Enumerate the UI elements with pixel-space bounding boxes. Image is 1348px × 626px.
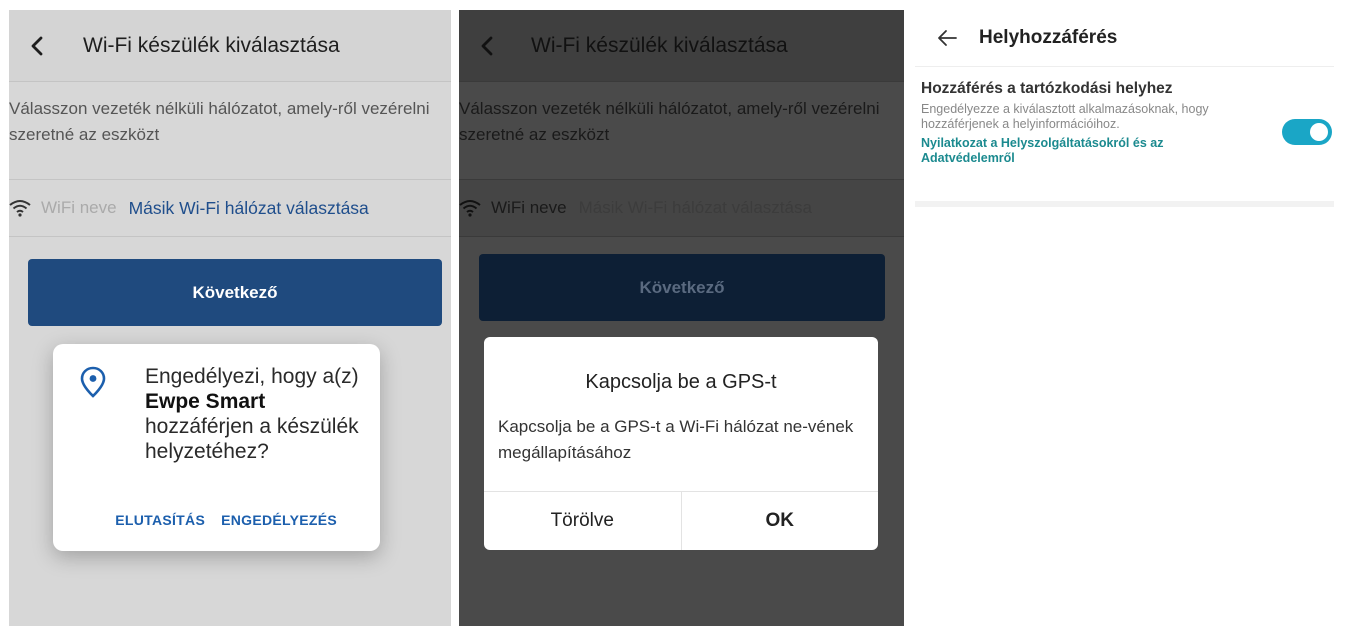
cancel-button[interactable]: Törölve xyxy=(484,492,681,550)
wifi-name-input[interactable]: WiFi neve xyxy=(41,198,117,218)
next-button[interactable]: Következő xyxy=(479,254,885,321)
wifi-row: WiFi neve Másik Wi-Fi hálózat választása xyxy=(459,180,904,236)
app-header: Wi-Fi készülék kiválasztása xyxy=(459,10,904,81)
setting-title: Hozzáférés a tartózkodási helyhez xyxy=(921,80,1173,97)
permission-text-prefix: Engedélyezi, hogy a(z) xyxy=(145,365,359,388)
page-title: Wi-Fi készülék kiválasztása xyxy=(83,33,340,57)
ok-button[interactable]: OK xyxy=(680,492,879,550)
allow-button[interactable]: ENGEDÉLYEZÉS xyxy=(221,512,337,528)
privacy-link[interactable]: Nyilatkozat a Helyszolgáltatásokról és a… xyxy=(921,136,1241,166)
permission-message: Engedélyezi, hogy a(z) Ewpe Smart hozzáf… xyxy=(145,364,377,464)
gps-dialog: Kapcsolja be a GPS-t Kapcsolja be a GPS-… xyxy=(484,337,878,550)
chevron-left-icon[interactable] xyxy=(477,35,499,57)
permission-text-suffix: hozzáférjen a készülék helyzetéhez? xyxy=(145,415,359,463)
arrow-left-icon[interactable] xyxy=(937,29,957,47)
wifi-icon xyxy=(9,200,31,217)
instruction-text: Válasszon vezeték nélküli hálózatot, ame… xyxy=(459,99,880,144)
location-pin-icon xyxy=(80,366,106,398)
divider xyxy=(915,66,1334,67)
dialog-message: Kapcsolja be a GPS-t a Wi-Fi hálózat ne-… xyxy=(498,417,854,462)
dialog-actions: ELUTASÍTÁS ENGEDÉLYEZÉS xyxy=(53,512,380,528)
app-header: Wi-Fi készülék kiválasztása xyxy=(9,10,451,81)
dialog-buttons: Törölve OK xyxy=(484,491,878,550)
page-title: Wi-Fi készülék kiválasztása xyxy=(531,33,788,57)
location-permission-dialog: Engedélyezi, hogy a(z) Ewpe Smart hozzáf… xyxy=(53,344,380,551)
screen-gps-dialog: Wi-Fi készülék kiválasztása Válasszon ve… xyxy=(459,10,904,626)
wifi-icon xyxy=(459,200,481,217)
deny-button[interactable]: ELUTASÍTÁS xyxy=(115,512,205,528)
wifi-name-input[interactable]: WiFi neve xyxy=(491,198,567,218)
other-network-link[interactable]: Másik Wi-Fi hálózat választása xyxy=(129,198,369,219)
app-name: Ewpe Smart xyxy=(145,390,266,413)
setting-description: Engedélyezze a kiválasztott alkalmazások… xyxy=(921,102,1209,131)
wifi-row: WiFi neve Másik Wi-Fi hálózat választása xyxy=(9,180,451,236)
screen-location-access: Helyhozzáférés Hozzáférés a tartózkodási… xyxy=(915,10,1348,626)
toggle-knob xyxy=(1310,123,1328,141)
chevron-left-icon[interactable] xyxy=(27,35,49,57)
divider xyxy=(9,81,451,82)
other-network-link[interactable]: Másik Wi-Fi hálózat választása xyxy=(579,198,812,218)
page-title: Helyhozzáférés xyxy=(979,27,1118,48)
divider xyxy=(459,236,904,237)
divider xyxy=(9,236,451,237)
divider xyxy=(459,81,904,82)
dialog-title: Kapcsolja be a GPS-t xyxy=(585,371,777,393)
screen-wifi-select-permission: Wi-Fi készülék kiválasztása Válasszon ve… xyxy=(9,10,451,626)
instruction-text: Válasszon vezeték nélküli hálózatot, ame… xyxy=(9,99,430,144)
next-button[interactable]: Következő xyxy=(28,259,442,326)
section-divider xyxy=(915,201,1334,207)
settings-header: Helyhozzáférés xyxy=(915,10,1348,66)
location-access-toggle[interactable] xyxy=(1282,119,1332,145)
